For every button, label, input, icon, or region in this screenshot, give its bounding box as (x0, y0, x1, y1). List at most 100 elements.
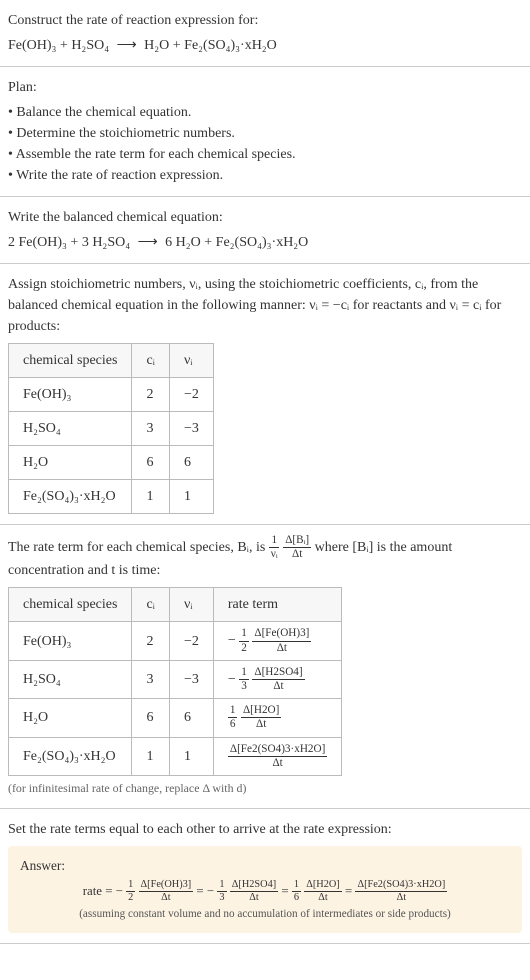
plan-label: Plan: (8, 77, 522, 98)
species-cell: Fe₂(SO₄)₃·xH₂O (9, 480, 132, 514)
fraction: 12 (239, 628, 249, 653)
c-cell: 1 (132, 737, 170, 775)
plan-item: Write the rate of reaction expression. (8, 165, 522, 186)
v-cell: −2 (169, 622, 213, 660)
table-header: rate term (213, 588, 341, 622)
c-cell: 3 (132, 412, 170, 446)
rateterm-cell: − 13 Δ[H2SO4]Δt (213, 660, 341, 698)
rateterm-cell: 16 Δ[H2O]Δt (213, 699, 341, 737)
fraction: Δ[H2SO4]Δt (230, 880, 278, 904)
assign-text: Assign stoichiometric numbers, νᵢ, using… (8, 274, 522, 337)
v-cell: 6 (169, 699, 213, 737)
arrow-icon: ⟶ (117, 35, 137, 56)
plan-section: Plan: Balance the chemical equation. Det… (0, 67, 530, 197)
equals: = (281, 884, 291, 898)
balanced-equation: 2 Fe(OH)₃ + 3 H₂SO₄ ⟶ 6 H₂O + Fe₂(SO₄)₃·… (8, 232, 522, 253)
v-cell: 1 (169, 480, 213, 514)
table-header: νᵢ (169, 344, 213, 378)
rateterm-table: chemical species cᵢ νᵢ rate term Fe(OH)₃… (8, 587, 342, 776)
species-cell: Fe(OH)₃ (9, 622, 132, 660)
species-cell: H₂O (9, 699, 132, 737)
fraction: Δ[Fe2(SO4)3·xH2O]Δt (355, 880, 447, 904)
answer-box: Answer: rate = − 12 Δ[Fe(OH)3]Δt = − 13 … (8, 846, 522, 933)
answer-note: (assuming constant volume and no accumul… (20, 906, 510, 923)
answer-expression: rate = − 12 Δ[Fe(OH)3]Δt = − 13 Δ[H2SO4]… (20, 880, 510, 904)
fraction: Δ[H2O]Δt (304, 880, 342, 904)
rateterm-intro: The rate term for each chemical species,… (8, 535, 522, 581)
assign-section: Assign stoichiometric numbers, νᵢ, using… (0, 264, 530, 525)
fraction: Δ[Fe(OH)3]Δt (252, 628, 311, 653)
v-cell: −2 (169, 378, 213, 412)
plan-item: Balance the chemical equation. (8, 102, 522, 123)
arrow-icon: ⟶ (138, 232, 158, 253)
sign: − (207, 884, 214, 898)
v-cell: 6 (169, 446, 213, 480)
table-header: cᵢ (132, 588, 170, 622)
table-header: chemical species (9, 344, 132, 378)
table-row: H₂O 6 6 (9, 446, 214, 480)
table-header: chemical species (9, 588, 132, 622)
fraction: 12 (126, 880, 135, 904)
intro-section: Construct the rate of reaction expressio… (0, 0, 530, 67)
table-row: Fe₂(SO₄)₃·xH₂O 1 1 Δ[Fe2(SO4)3·xH2O]Δt (9, 737, 342, 775)
table-row: H₂SO₄ 3 −3 (9, 412, 214, 446)
fraction: Δ[Fe2(SO4)3·xH2O]Δt (228, 744, 327, 769)
c-cell: 6 (132, 699, 170, 737)
table-header: cᵢ (132, 344, 170, 378)
balanced-eq-right: 6 H₂O + Fe₂(SO₄)₃·xH₂O (165, 235, 308, 250)
intro-eq-left: Fe(OH)₃ + H₂SO₄ (8, 38, 109, 53)
frac-den: νᵢ (269, 548, 280, 560)
c-cell: 1 (132, 480, 170, 514)
v-cell: −3 (169, 412, 213, 446)
rateterm-note: (for infinitesimal rate of change, repla… (8, 780, 522, 798)
rate-label: rate = (83, 884, 116, 898)
equals: = (196, 884, 206, 898)
species-cell: H₂SO₄ (9, 412, 132, 446)
c-cell: 6 (132, 446, 170, 480)
rateterm-cell: Δ[Fe2(SO4)3·xH2O]Δt (213, 737, 341, 775)
fraction: 13 (239, 667, 249, 692)
sign: − (228, 672, 236, 687)
frac-num: 1 (269, 535, 279, 548)
rateterm-text1: The rate term for each chemical species,… (8, 540, 269, 555)
table-row: H₂SO₄ 3 −3 − 13 Δ[H2SO4]Δt (9, 660, 342, 698)
stoich-table: chemical species cᵢ νᵢ Fe(OH)₃ 2 −2 H₂SO… (8, 343, 214, 514)
sign: − (116, 884, 123, 898)
fraction: 16 (228, 705, 238, 730)
c-cell: 3 (132, 660, 170, 698)
answer-label: Answer: (20, 856, 510, 876)
fraction: Δ[Fe(OH)3]Δt (139, 880, 194, 904)
c-cell: 2 (132, 622, 170, 660)
rateterm-cell: − 12 Δ[Fe(OH)3]Δt (213, 622, 341, 660)
plan-item: Determine the stoichiometric numbers. (8, 123, 522, 144)
balanced-section: Write the balanced chemical equation: 2 … (0, 197, 530, 264)
intro-eq-right: H₂O + Fe₂(SO₄)₃·xH₂O (144, 38, 277, 53)
table-row: Fe(OH)₃ 2 −2 (9, 378, 214, 412)
final-section: Set the rate terms equal to each other t… (0, 809, 530, 944)
table-row: H₂O 6 6 16 Δ[H2O]Δt (9, 699, 342, 737)
intro-equation: Fe(OH)₃ + H₂SO₄ ⟶ H₂O + Fe₂(SO₄)₃·xH₂O (8, 35, 522, 56)
balanced-label: Write the balanced chemical equation: (8, 207, 522, 228)
fraction: Δ[H2O]Δt (241, 705, 281, 730)
equals: = (345, 884, 355, 898)
species-cell: H₂SO₄ (9, 660, 132, 698)
rateterm-section: The rate term for each chemical species,… (0, 525, 530, 809)
table-row: Fe₂(SO₄)₃·xH₂O 1 1 (9, 480, 214, 514)
table-header: νᵢ (169, 588, 213, 622)
sign: − (228, 633, 236, 648)
v-cell: −3 (169, 660, 213, 698)
plan-item: Assemble the rate term for each chemical… (8, 144, 522, 165)
final-prompt: Set the rate terms equal to each other t… (8, 819, 522, 840)
balanced-eq-left: 2 Fe(OH)₃ + 3 H₂SO₄ (8, 235, 130, 250)
intro-prompt: Construct the rate of reaction expressio… (8, 10, 522, 31)
fraction: 13 (217, 880, 226, 904)
frac-den: Δt (290, 548, 304, 560)
v-cell: 1 (169, 737, 213, 775)
fraction: 1 νᵢ (269, 535, 280, 560)
c-cell: 2 (132, 378, 170, 412)
fraction: Δ[H2SO4]Δt (252, 667, 304, 692)
fraction: Δ[Bᵢ] Δt (283, 535, 311, 560)
frac-num: Δ[Bᵢ] (283, 535, 311, 548)
table-row: Fe(OH)₃ 2 −2 − 12 Δ[Fe(OH)3]Δt (9, 622, 342, 660)
species-cell: Fe₂(SO₄)₃·xH₂O (9, 737, 132, 775)
